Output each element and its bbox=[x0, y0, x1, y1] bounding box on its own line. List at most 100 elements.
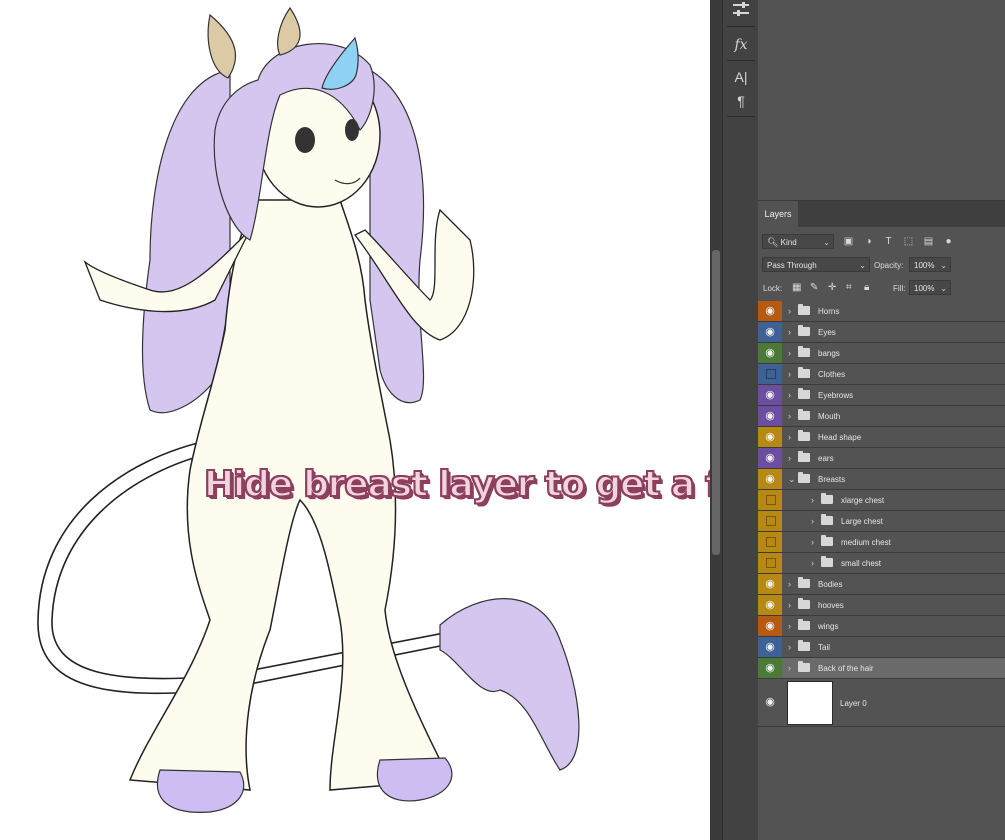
chevron-right-icon[interactable]: › bbox=[788, 598, 796, 612]
filter-toggle-icon[interactable]: ● bbox=[943, 236, 954, 247]
visibility-toggle[interactable] bbox=[758, 490, 782, 510]
layer-name: Head shape bbox=[818, 433, 862, 442]
chevron-right-icon[interactable]: › bbox=[788, 346, 796, 360]
folder-icon bbox=[798, 577, 810, 588]
layer-row[interactable]: › Large chest bbox=[758, 511, 1005, 532]
visibility-toggle[interactable] bbox=[758, 511, 782, 531]
opacity-field[interactable]: 100% ⌄ bbox=[909, 257, 951, 272]
tab-layers[interactable]: Layers bbox=[758, 201, 798, 227]
visibility-toggle[interactable]: ◉ bbox=[758, 595, 782, 615]
chevron-right-icon[interactable]: › bbox=[788, 409, 796, 423]
chevron-right-icon[interactable]: › bbox=[811, 514, 819, 528]
visibility-toggle[interactable] bbox=[758, 553, 782, 573]
layer-row-layer-0[interactable]: ◉ Layer 0 bbox=[758, 679, 1005, 727]
visibility-toggle[interactable]: ◉ bbox=[758, 343, 782, 363]
layer-row[interactable]: ◉ › Back of the hair bbox=[758, 658, 1005, 679]
layer-row[interactable]: › medium chest bbox=[758, 532, 1005, 553]
character-icon[interactable]: A| bbox=[729, 66, 753, 88]
blend-mode-select[interactable]: Pass Through ⌄ bbox=[762, 257, 870, 272]
layer-row[interactable]: ◉ › Mouth bbox=[758, 406, 1005, 427]
visibility-toggle[interactable] bbox=[758, 532, 782, 552]
chevron-right-icon[interactable]: › bbox=[788, 388, 796, 402]
fx-icon[interactable]: fx bbox=[729, 34, 753, 56]
layer-row[interactable]: ◉ › Eyebrows bbox=[758, 385, 1005, 406]
filter-shape-icon[interactable]: ⬚ bbox=[903, 236, 914, 247]
layer-list: ◉ › Horns ◉ › Eyes ◉ › bangs › Clothes ◉ › Eyebrows ◉ ›… bbox=[758, 301, 1005, 727]
layer-thumbnail bbox=[787, 681, 833, 725]
visibility-toggle[interactable]: ◉ bbox=[758, 637, 782, 657]
chevron-right-icon[interactable]: › bbox=[788, 577, 796, 591]
paragraph-icon[interactable]: ¶ bbox=[729, 90, 753, 112]
layer-row[interactable]: ◉ › bangs bbox=[758, 343, 1005, 364]
eye-icon: ◉ bbox=[765, 410, 775, 422]
layer-row[interactable]: › small chest bbox=[758, 553, 1005, 574]
chevron-right-icon[interactable]: › bbox=[811, 556, 819, 570]
chevron-right-icon[interactable]: › bbox=[788, 325, 796, 339]
visibility-toggle[interactable]: ◉ bbox=[758, 469, 782, 489]
filter-type-icon[interactable]: T bbox=[883, 236, 894, 247]
fill-field[interactable]: 100% ⌄ bbox=[909, 280, 951, 295]
layer-row[interactable]: ◉ › ears bbox=[758, 448, 1005, 469]
layer-row[interactable]: ◉ › Head shape bbox=[758, 427, 1005, 448]
lock-position-icon[interactable]: ✛ bbox=[828, 282, 836, 293]
layer-row[interactable]: ◉ › Horns bbox=[758, 301, 1005, 322]
visibility-toggle[interactable]: ◉ bbox=[758, 385, 782, 405]
layer-row[interactable]: ◉ › Eyes bbox=[758, 322, 1005, 343]
chevron-right-icon[interactable]: › bbox=[788, 430, 796, 444]
folder-icon bbox=[798, 640, 810, 651]
layer-row[interactable]: ◉ ⌄ Breasts bbox=[758, 469, 1005, 490]
visibility-toggle[interactable]: ◉ bbox=[758, 658, 782, 678]
lock-artboard-icon[interactable]: ⌗ bbox=[846, 282, 852, 293]
visibility-toggle[interactable]: ◉ bbox=[758, 301, 782, 321]
layer-row[interactable]: ◉ › Tail bbox=[758, 637, 1005, 658]
chevron-right-icon[interactable]: › bbox=[811, 535, 819, 549]
chevron-down-icon: ⌄ bbox=[940, 284, 947, 293]
visibility-toggle[interactable]: ◉ bbox=[758, 574, 782, 594]
filter-pixel-icon[interactable]: ▣ bbox=[843, 236, 854, 247]
chevron-right-icon[interactable]: › bbox=[788, 451, 796, 465]
chevron-down-icon[interactable]: ⌄ bbox=[788, 472, 796, 486]
layer-row[interactable]: ◉ › hooves bbox=[758, 595, 1005, 616]
visibility-toggle[interactable]: ◉ bbox=[758, 427, 782, 447]
search-icon: 🔍︎ bbox=[767, 237, 779, 247]
character-artwork bbox=[37, 6, 580, 813]
chevron-right-icon[interactable]: › bbox=[788, 367, 796, 381]
visibility-toggle[interactable]: ◉ bbox=[758, 322, 782, 342]
folder-icon bbox=[798, 325, 810, 336]
chevron-right-icon[interactable]: › bbox=[788, 640, 796, 654]
chevron-right-icon[interactable]: › bbox=[788, 304, 796, 318]
scrollbar-thumb[interactable] bbox=[712, 250, 720, 555]
layer-filter-kind[interactable]: 🔍︎ Kind ⌄ bbox=[762, 234, 834, 249]
folder-icon bbox=[798, 409, 810, 420]
filter-smart-object-icon[interactable]: ▤ bbox=[923, 236, 934, 247]
layer-row[interactable]: › xlarge chest bbox=[758, 490, 1005, 511]
chevron-right-icon[interactable]: › bbox=[788, 619, 796, 633]
lock-all-icon[interactable]: 🔒︎ bbox=[864, 282, 869, 293]
chevron-right-icon[interactable]: › bbox=[811, 493, 819, 507]
filter-adjustment-icon[interactable]: ◑ bbox=[863, 236, 874, 247]
visibility-toggle[interactable]: ◉ bbox=[758, 406, 782, 426]
visibility-toggle[interactable]: ◉ bbox=[758, 448, 782, 468]
document-canvas[interactable]: Hide breast layer to get a flat chest! bbox=[0, 0, 710, 840]
visibility-toggle[interactable] bbox=[758, 364, 782, 384]
layer-row[interactable]: ◉ › Bodies bbox=[758, 574, 1005, 595]
layer-name: Eyebrows bbox=[818, 391, 854, 400]
hidden-eye-slot bbox=[766, 537, 776, 547]
layer-row[interactable]: › Clothes bbox=[758, 364, 1005, 385]
annotation-caption: Hide breast layer to get a flat chest! bbox=[203, 463, 710, 506]
lock-image-icon[interactable]: ✎ bbox=[810, 282, 818, 293]
layer-name: Large chest bbox=[841, 517, 883, 526]
layer-name: hooves bbox=[818, 601, 844, 610]
layer-row[interactable]: ◉ › wings bbox=[758, 616, 1005, 637]
chevron-right-icon[interactable]: › bbox=[788, 661, 796, 675]
folder-icon bbox=[798, 367, 810, 378]
toolbar-divider bbox=[727, 116, 755, 117]
eye-icon: ◉ bbox=[765, 305, 775, 317]
eye-icon: ◉ bbox=[765, 347, 775, 359]
lock-transparent-icon[interactable]: ▦ bbox=[792, 282, 801, 293]
adjustments-icon[interactable] bbox=[729, 0, 753, 22]
folder-icon bbox=[798, 598, 810, 609]
panel-dock-strip: fx A| ¶ bbox=[722, 0, 760, 840]
visibility-toggle[interactable]: ◉ bbox=[758, 679, 782, 726]
visibility-toggle[interactable]: ◉ bbox=[758, 616, 782, 636]
